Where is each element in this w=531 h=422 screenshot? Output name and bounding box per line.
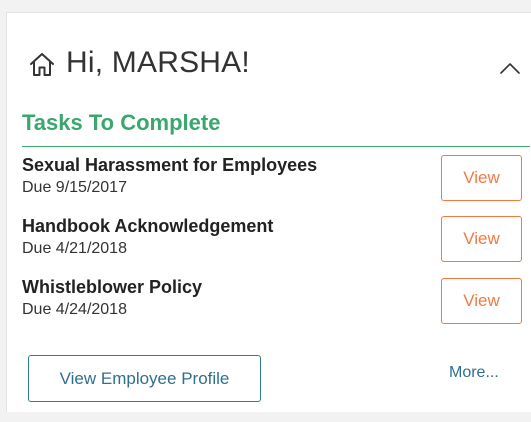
task-item: Handbook Acknowledgement Due 4/21/2018: [22, 215, 273, 260]
task-due-date: Due 4/21/2018: [22, 240, 127, 257]
section-divider: [22, 146, 530, 147]
greeting-heading: Hi, MARSHA!: [66, 46, 250, 79]
tasks-heading: Tasks To Complete: [22, 110, 221, 135]
view-task-button[interactable]: View: [441, 278, 522, 324]
task-item: Sexual Harassment for Employees Due 9/15…: [22, 154, 317, 199]
task-due-date: Due 9/15/2017: [22, 179, 127, 196]
task-title: Handbook Acknowledgement: [22, 216, 274, 236]
view-task-button[interactable]: View: [441, 216, 522, 262]
task-title: Whistleblower Policy: [22, 277, 203, 297]
more-link[interactable]: More...: [449, 364, 499, 382]
view-task-button[interactable]: View: [441, 155, 522, 201]
view-employee-profile-button[interactable]: View Employee Profile: [28, 355, 261, 402]
task-due-date: Due 4/24/2018: [22, 301, 127, 318]
task-title: Sexual Harassment for Employees: [22, 155, 318, 175]
chevron-up-icon[interactable]: [497, 55, 523, 81]
home-icon: [30, 53, 54, 76]
welcome-widget: Hi, MARSHA! Tasks To Complete Sexual Har…: [6, 12, 531, 412]
task-item: Whistleblower Policy Due 4/24/2018: [22, 276, 202, 321]
